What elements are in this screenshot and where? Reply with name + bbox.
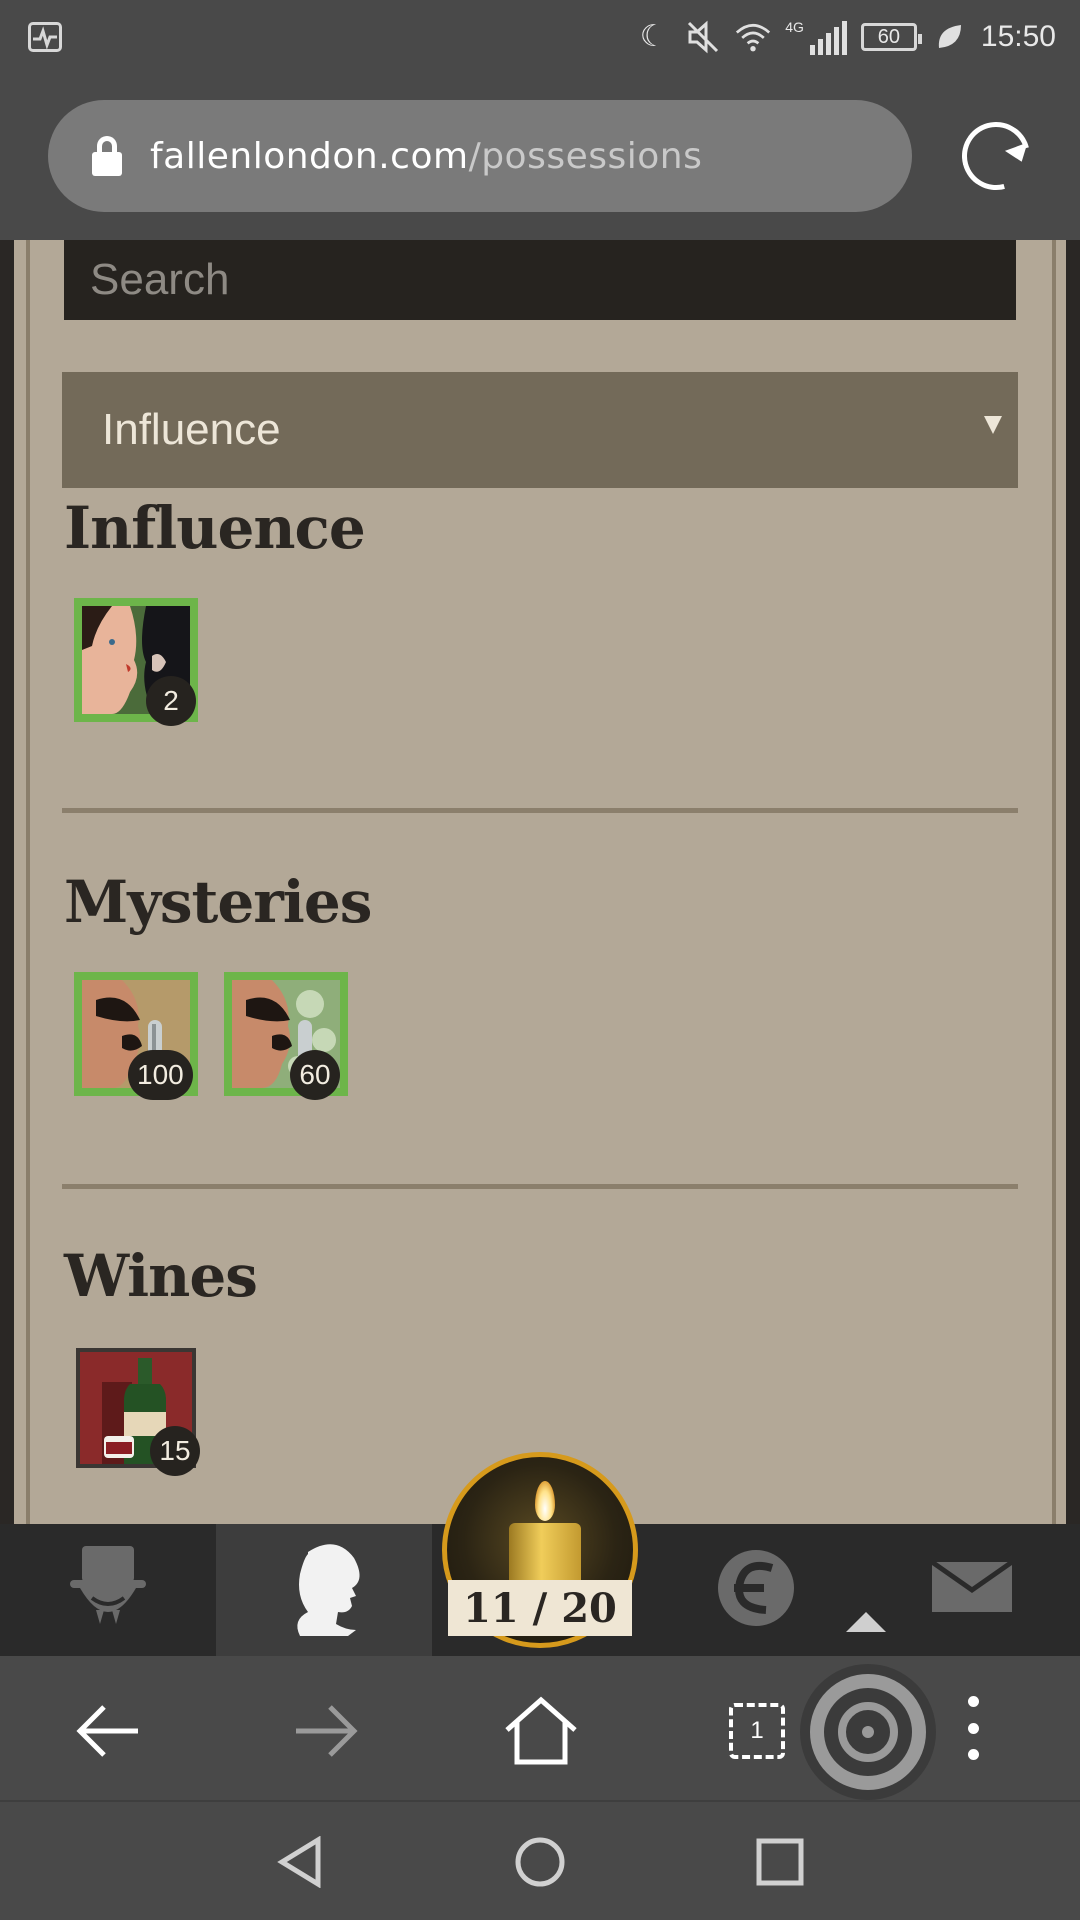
nav-tab-fate[interactable] [0,1524,216,1656]
chevron-down-icon [984,416,1002,434]
system-navigation-bar [0,1802,1080,1920]
possession-item[interactable]: 2 [74,598,198,726]
mail-icon [930,1559,1014,1612]
url-host: fallenlondon.com [150,135,469,177]
paper-panel: Search Influence Influence 2 Mysteries 1… [14,240,1066,1524]
nav-tab-myself[interactable] [216,1524,432,1656]
item-count: 2 [146,676,196,726]
network-type: 4G [785,19,804,35]
muted-speaker-icon [685,19,721,55]
system-recents-icon[interactable] [754,1836,806,1888]
system-back-icon[interactable] [274,1835,326,1889]
tabs-button[interactable]: 1 [702,1676,812,1786]
profile-head-icon [297,1544,360,1636]
reload-icon[interactable] [949,109,1043,203]
section-divider [62,808,1018,813]
possession-item[interactable]: 60 [224,972,348,1100]
browser-address-area: fallenlondon.com/possessions [0,74,1080,240]
possession-item[interactable]: 100 [74,972,198,1100]
back-arrow-icon[interactable] [54,1676,164,1786]
search-input[interactable]: Search [64,240,1016,320]
do-not-disturb-moon-icon: ☾ [639,20,667,53]
battery-indicator: 60 [860,23,922,51]
wifi-icon [735,19,771,55]
item-count: 15 [150,1426,200,1476]
section-title-mysteries: Mysteries [64,868,372,936]
candle-flame-icon [535,1481,555,1521]
item-count: 100 [128,1050,193,1100]
clock: 15:50 [980,20,1056,53]
section-title-wines: Wines [64,1242,258,1310]
possessions-page: Search Influence Influence 2 Mysteries 1… [0,240,1080,1524]
category-select[interactable]: Influence [62,372,1018,488]
leaf-icon [931,19,967,55]
frame-right [1052,240,1056,1524]
frame-left [26,240,30,1524]
more-menu-icon[interactable] [966,1696,980,1760]
health-monitor-icon [28,22,62,52]
category-select-value: Influence [102,405,281,454]
floating-assist-target-icon[interactable] [800,1664,936,1800]
actions-counter: 11 / 20 [448,1580,632,1636]
signal-strength-icon [809,19,847,55]
lock-icon [92,136,122,176]
url-text[interactable]: fallenlondon.com/possessions [150,136,702,177]
nav-tab-fate-currency[interactable] [648,1524,864,1656]
status-bar: ☾ 4G 60 15:50 [0,0,1080,74]
section-title-influence: Influence [64,494,366,562]
expand-arrow-icon[interactable] [846,1612,886,1632]
home-icon[interactable] [486,1676,596,1786]
forward-arrow-icon[interactable] [270,1676,380,1786]
system-home-icon[interactable] [514,1836,566,1888]
url-path: /possessions [468,135,703,177]
top-hat-villain-icon [70,1546,146,1624]
possession-item[interactable]: 15 [76,1348,200,1476]
address-bar[interactable]: fallenlondon.com/possessions [48,100,912,212]
tab-count: 1 [729,1703,785,1759]
section-divider [62,1184,1018,1189]
echo-currency-icon [718,1550,794,1626]
nav-tab-messages[interactable] [864,1524,1080,1656]
item-count: 60 [290,1050,340,1100]
